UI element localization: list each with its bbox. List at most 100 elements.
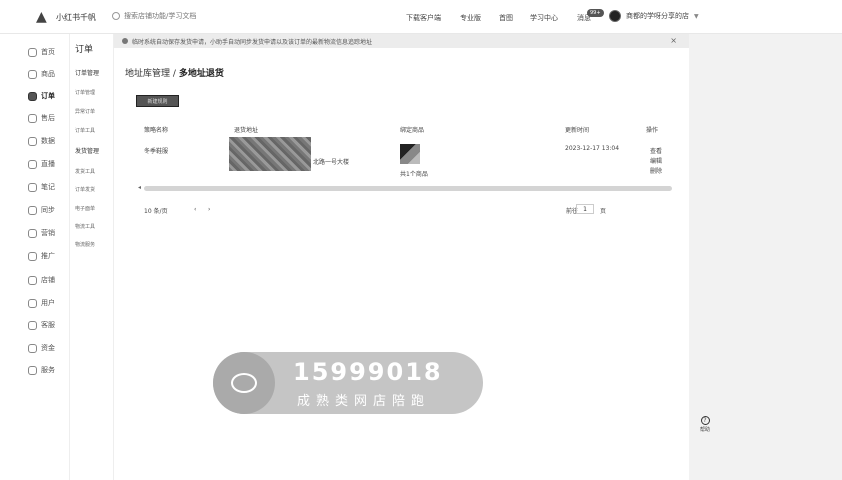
sidebar-item-users[interactable]: 用户 <box>28 297 55 309</box>
help-button[interactable]: ? 帮助 <box>700 416 710 433</box>
sidebar-item-orders[interactable]: 订单 <box>28 90 55 102</box>
data-icon <box>28 136 37 146</box>
live-icon <box>28 159 37 169</box>
page-input[interactable]: 1 <box>576 204 594 214</box>
order-icon <box>28 91 37 101</box>
search-input[interactable] <box>124 12 274 20</box>
sidebar-item-label: 售后 <box>41 114 55 122</box>
sidebar-item-label: 资金 <box>41 344 55 352</box>
order-subnav: 订单 订单管理 订单管理 异常订单 订单工具 发货管理 发货工具 订单发货 电子… <box>70 34 114 480</box>
subnav-item[interactable]: 电子面单 <box>75 205 95 212</box>
sidebar: 首页 商品 订单 售后 数据 直播 笔记 同步 营销 推广 店铺 用户 客服 资… <box>0 34 70 480</box>
contact-watermark: 15999018 成熟类网店陪跑 <box>213 352 483 414</box>
main-panel: 地址库管理 / 多地址退货 新建规则 策略名称 退货地址 绑定商品 更新时间 操… <box>114 48 689 480</box>
sidebar-item-label: 笔记 <box>41 183 55 191</box>
sidebar-item-label: 首页 <box>41 48 55 56</box>
goods-count-link[interactable]: 共1个商品 <box>400 169 428 178</box>
scroll-left-icon[interactable]: ◂ <box>138 184 141 191</box>
sidebar-item-notes[interactable]: 笔记 <box>28 181 55 193</box>
info-icon <box>122 38 128 44</box>
watermark-number: 15999018 <box>293 358 443 386</box>
address-redacted <box>229 137 311 171</box>
subnav-item[interactable]: 订单管理 <box>75 89 95 96</box>
add-rule-button[interactable]: 新建规则 <box>136 95 179 107</box>
action-delete[interactable]: 删除 <box>650 166 662 175</box>
column-header-name: 策略名称 <box>144 127 169 134</box>
shop-name: 商都的学呀分享的店 <box>626 12 689 20</box>
subnav-group-shipping[interactable]: 发货管理 <box>75 146 99 155</box>
subnav-item[interactable]: 订单工具 <box>75 127 95 134</box>
subnav-title: 订单 <box>75 45 94 55</box>
notice-text: 临时系统自动保存发货申请，小助手自动同步发货申请以及该订单的最新物流信息追踪地址 <box>132 38 373 46</box>
subnav-item[interactable]: 物流服务 <box>75 241 95 248</box>
sidebar-item-fund[interactable]: 资金 <box>28 342 55 354</box>
breadcrumb-separator: / <box>172 69 176 79</box>
grid-icon <box>28 365 37 375</box>
sidebar-item-label: 同步 <box>41 206 55 214</box>
subnav-item[interactable]: 物流工具 <box>75 223 95 230</box>
nav-home-img[interactable]: 首图 <box>499 13 513 23</box>
action-edit[interactable]: 编辑 <box>650 156 662 165</box>
after-sale-icon <box>28 113 37 123</box>
home-icon <box>28 47 37 57</box>
row-name: 冬季鞋服 <box>144 148 169 155</box>
goods-icon <box>28 69 37 79</box>
marketing-icon <box>28 228 37 238</box>
app-logo[interactable]: ▲ 小红书千帆 <box>36 10 96 24</box>
page-size-select[interactable]: 10 条/页 <box>144 206 168 215</box>
sidebar-item-after-sale[interactable]: 售后 <box>28 112 55 124</box>
subnav-group-order-mgmt[interactable]: 订单管理 <box>75 68 99 77</box>
sidebar-item-sync[interactable]: 同步 <box>28 204 55 216</box>
nav-learning-center[interactable]: 学习中心 <box>530 13 558 23</box>
nav-pro[interactable]: 专业版 <box>460 13 481 23</box>
note-icon <box>28 182 37 192</box>
sidebar-item-services[interactable]: 服务 <box>28 364 55 376</box>
top-bar: ▲ 小红书千帆 下载客户端 专业版 首图 学习中心 消息 99+ 商都的学呀分享… <box>0 0 842 34</box>
column-header-goods: 绑定商品 <box>400 127 425 134</box>
column-header-updated: 更新时间 <box>565 127 590 134</box>
sidebar-item-label: 直播 <box>41 160 55 168</box>
shop-avatar <box>609 10 621 22</box>
subnav-item[interactable]: 发货工具 <box>75 168 95 175</box>
help-icon: ? <box>700 416 710 425</box>
promote-icon <box>28 251 37 261</box>
sidebar-item-label: 营销 <box>41 229 55 237</box>
page-suffix: 页 <box>600 208 607 215</box>
sidebar-item-goods[interactable]: 商品 <box>28 68 55 80</box>
subnav-item[interactable]: 异常订单 <box>75 108 95 115</box>
pager-next-icon[interactable]: › <box>208 206 210 213</box>
horizontal-scrollbar[interactable] <box>144 186 672 191</box>
row-address: 北路一号大楼 <box>313 159 350 166</box>
sidebar-item-service[interactable]: 客服 <box>28 319 55 331</box>
notice-bar: 临时系统自动保存发货申请，小助手自动同步发货申请以及该订单的最新物流信息追踪地址… <box>114 34 689 48</box>
row-updated: 2023-12-17 13:04 <box>565 145 620 152</box>
action-view[interactable]: 查看 <box>650 146 662 155</box>
shop-switcher[interactable]: 商都的学呀分享的店 ▼ <box>609 10 699 22</box>
help-label: 帮助 <box>700 427 711 433</box>
sidebar-item-data[interactable]: 数据 <box>28 135 55 147</box>
sidebar-item-label: 店铺 <box>41 276 55 284</box>
logo-icon: ▲ <box>36 9 47 25</box>
sidebar-item-marketing[interactable]: 营销 <box>28 227 55 239</box>
sidebar-item-label: 客服 <box>41 321 55 329</box>
subnav-item[interactable]: 订单发货 <box>75 186 95 193</box>
pager-prev-icon[interactable]: ‹ <box>194 206 196 213</box>
sidebar-item-label: 订单 <box>41 92 55 100</box>
watermark-subtitle: 成熟类网店陪跑 <box>297 394 431 409</box>
search-icon <box>112 12 120 20</box>
column-header-address: 退货地址 <box>234 127 259 134</box>
nav-download[interactable]: 下载客户端 <box>406 13 441 23</box>
user-icon <box>28 298 37 308</box>
sync-icon <box>28 205 37 215</box>
sidebar-item-label: 数据 <box>41 137 55 145</box>
sidebar-item-home[interactable]: 首页 <box>28 46 55 58</box>
sidebar-item-live[interactable]: 直播 <box>28 158 55 170</box>
close-icon[interactable]: × <box>670 36 677 45</box>
global-search[interactable] <box>112 12 274 20</box>
sidebar-item-label: 推广 <box>41 252 55 260</box>
page-title: 多地址退货 <box>178 69 224 79</box>
breadcrumb-parent[interactable]: 地址库管理 <box>125 69 170 79</box>
service-icon <box>28 320 37 330</box>
sidebar-item-promote[interactable]: 推广 <box>28 250 55 262</box>
sidebar-item-shop[interactable]: 店铺 <box>28 274 55 286</box>
